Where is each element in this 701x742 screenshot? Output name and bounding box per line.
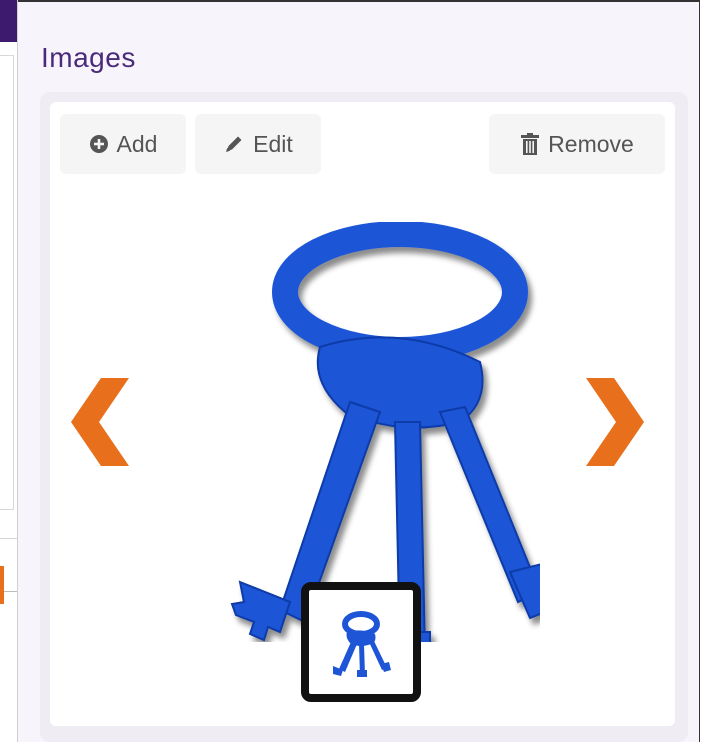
left-header-fragment <box>0 0 18 42</box>
chevron-right-icon <box>586 378 644 466</box>
previous-image-button[interactable] <box>65 372 135 472</box>
keys-icon <box>333 611 391 677</box>
image-gallery-container: Add Edit Remove <box>40 92 688 742</box>
section-title: Images <box>41 42 136 73</box>
remove-image-button[interactable]: Remove <box>489 114 665 174</box>
image-thumbnail[interactable] <box>301 582 421 702</box>
plus-circle-icon <box>89 134 109 154</box>
left-accent-fragment <box>0 566 4 604</box>
page: Images Add Edit Remove <box>0 0 701 742</box>
left-panel-fragment <box>0 55 14 510</box>
chevron-left-icon <box>71 378 129 466</box>
edit-button-label: Edit <box>253 130 293 157</box>
pencil-icon <box>223 133 245 155</box>
images-panel: Images Add Edit Remove <box>18 0 700 742</box>
keys-icon <box>230 222 540 642</box>
remove-button-label: Remove <box>548 130 634 157</box>
edit-image-button[interactable]: Edit <box>195 114 321 174</box>
trash-icon <box>520 132 540 156</box>
left-divider <box>0 538 18 539</box>
add-image-button[interactable]: Add <box>60 114 186 174</box>
add-button-label: Add <box>116 130 158 157</box>
next-image-button[interactable] <box>580 372 650 472</box>
image-gallery-card: Add Edit Remove <box>50 102 675 726</box>
